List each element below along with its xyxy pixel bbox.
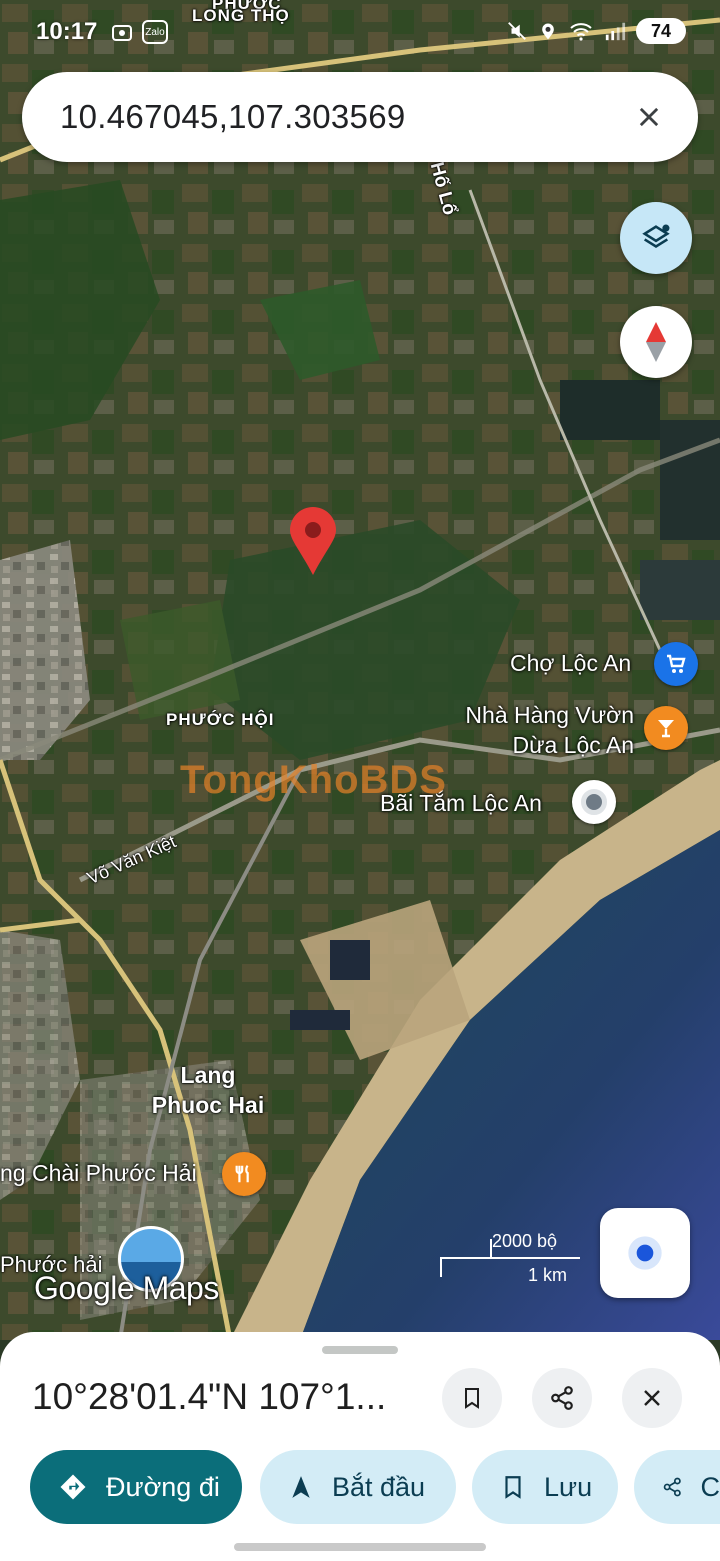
- status-icons-left: Zalo: [110, 20, 168, 46]
- share-label: C: [700, 1471, 720, 1502]
- place-coordinates-title: 10°28'01.4"N 107°1...: [32, 1376, 387, 1417]
- status-icons-right: 74: [506, 18, 686, 44]
- navigation-arrow-icon: [292, 1476, 310, 1498]
- cocktail-icon[interactable]: [644, 706, 688, 750]
- save-place-button[interactable]: [442, 1368, 502, 1428]
- share-icon: [551, 1386, 573, 1410]
- place-bottom-sheet[interactable]: 10°28'01.4"N 107°1... Đường đi Bắt đầu L…: [0, 1332, 720, 1561]
- restaurant-icon[interactable]: [222, 1152, 266, 1196]
- signal-icon: [605, 22, 626, 41]
- mute-icon: [508, 22, 526, 40]
- search-input[interactable]: 10.467045,107.303569: [60, 98, 406, 136]
- my-location-button[interactable]: [600, 1208, 690, 1298]
- status-time: 10:17: [36, 18, 98, 45]
- my-location-icon: [628, 1236, 662, 1270]
- sheet-drag-handle[interactable]: [322, 1346, 398, 1354]
- place-marker-icon[interactable]: [572, 780, 616, 824]
- location-icon: [542, 23, 554, 40]
- scale-label-feet: 2000 bộ: [492, 1231, 558, 1251]
- layers-button[interactable]: [620, 202, 692, 274]
- close-icon: [639, 107, 659, 127]
- battery-indicator: 74: [636, 18, 686, 44]
- layers-icon: [642, 224, 670, 249]
- map-label-phuoc-hai-town: Phuoc Hai: [151, 1092, 265, 1118]
- screen-record-icon: [112, 25, 132, 41]
- clear-search-button[interactable]: [626, 94, 672, 140]
- compass-button[interactable]: [620, 306, 692, 378]
- wifi-icon: [570, 23, 592, 41]
- battery-level: 74: [650, 20, 672, 41]
- zalo-icon: Zalo: [142, 20, 168, 44]
- poi-label-nha-hang-line2: Dừa Lộc An: [512, 732, 634, 758]
- close-icon: [644, 1390, 660, 1406]
- poi-label-nha-hang-line1: Nhà Hàng Vườn: [465, 702, 634, 728]
- share-icon: [663, 1477, 681, 1497]
- status-bar: 10:17 Zalo 74: [0, 14, 720, 54]
- scale-bar: [440, 1257, 580, 1259]
- poi-label-cho-loc-an[interactable]: Chợ Lộc An: [510, 650, 631, 677]
- start-label: Bắt đầu: [332, 1471, 426, 1502]
- save-label: Lưu: [544, 1471, 593, 1502]
- directions-label: Đường đi: [106, 1471, 220, 1502]
- start-navigation-button[interactable]: Bắt đầu: [260, 1450, 456, 1524]
- shopping-cart-icon[interactable]: [654, 642, 698, 686]
- directions-button[interactable]: Đường đi: [30, 1450, 242, 1524]
- map-scale: 2000 bộ 1 km: [440, 1231, 580, 1285]
- maps-app: PHƯỚC LONG THỌ Hố Lổ PHƯỚC HỘI Võ Văn Ki…: [0, 0, 720, 1561]
- map-label-lang: Lang: [180, 1062, 236, 1088]
- share-chip-button[interactable]: C: [634, 1450, 720, 1524]
- poi-label-lang-chai[interactable]: ng Chài Phước Hải: [0, 1160, 197, 1187]
- site-watermark: TongKhoBDS: [180, 758, 447, 802]
- map-label-lang-phuoc-hai: Lang Phuoc Hai: [150, 1060, 266, 1120]
- bookmark-icon: [465, 1388, 479, 1409]
- satellite-map[interactable]: PHƯỚC LONG THỌ Hố Lổ PHƯỚC HỘI Võ Văn Ki…: [0, 0, 720, 1340]
- share-place-button[interactable]: [532, 1368, 592, 1428]
- compass-icon: [646, 322, 666, 362]
- google-maps-watermark: Google Maps: [34, 1270, 219, 1306]
- close-sheet-button[interactable]: [622, 1368, 682, 1428]
- save-chip-button[interactable]: Lưu: [472, 1450, 618, 1524]
- map-label-phuoc-hoi: PHƯỚC HỘI: [166, 710, 275, 729]
- directions-icon: [60, 1474, 86, 1500]
- scale-tick: [490, 1239, 492, 1257]
- scale-label-km: 1 km: [528, 1265, 568, 1285]
- search-bar[interactable]: 10.467045,107.303569: [22, 72, 698, 162]
- place-marker-dot: [581, 789, 607, 815]
- poi-label-nha-hang[interactable]: Nhà Hàng Vườn Dừa Lộc An: [450, 700, 634, 760]
- gesture-nav-bar[interactable]: [234, 1543, 486, 1551]
- bookmark-icon: [505, 1476, 521, 1499]
- scale-tick-left: [440, 1257, 442, 1277]
